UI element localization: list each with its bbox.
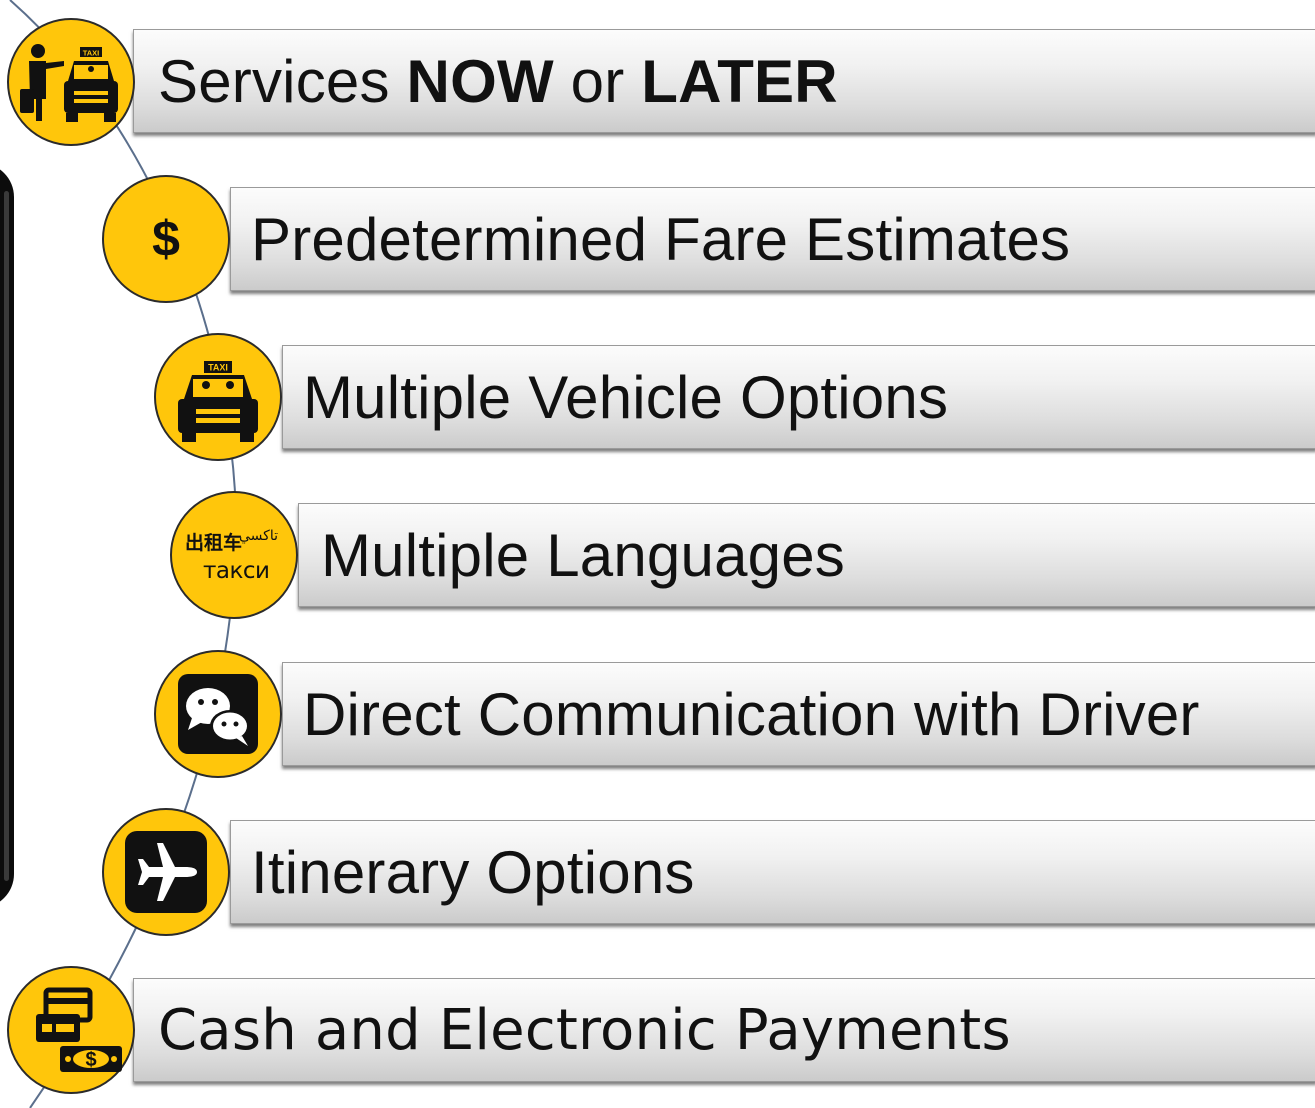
feature-label: Multiple Vehicle Options (303, 363, 949, 431)
feature-bar-services: Services NOW or LATER (133, 29, 1315, 133)
feature-bar-languages: Multiple Languages (298, 503, 1315, 607)
feature-label: Multiple Languages (321, 521, 845, 589)
feature-bar-communication: Direct Communication with Driver (282, 662, 1315, 766)
languages-icon: 出租车 تاكسي такси (179, 510, 289, 600)
feature-label: Direct Communication with Driver (303, 680, 1200, 748)
badge-languages: 出租车 تاكسي такси (170, 491, 298, 619)
taxi-icon: TAXI (178, 361, 258, 442)
bill-dollar-mark: $ (85, 1049, 96, 1071)
dollar-icon: $ (152, 211, 180, 267)
language-arabic: تاكسي (239, 528, 278, 544)
payment-icon: $ (36, 987, 122, 1072)
taxi-sign-label: TAXI (83, 49, 100, 58)
feature-label: Services NOW or LATER (158, 47, 838, 115)
feature-label: Itinerary Options (251, 838, 695, 906)
language-chinese: 出租车 (185, 532, 243, 554)
badge-itinerary (102, 808, 230, 936)
badge-services: TAXI (7, 18, 135, 146)
language-russian: такси (203, 558, 270, 584)
feature-label: Cash and Electronic Payments (158, 997, 1011, 1063)
badge-vehicles: TAXI (154, 333, 282, 461)
badge-fare: $ (102, 175, 230, 303)
chat-icon (178, 674, 258, 754)
passenger-taxi-icon: TAXI (20, 44, 118, 122)
badge-payments: $ (7, 966, 135, 1094)
feature-bar-payments: Cash and Electronic Payments (133, 978, 1315, 1082)
feature-bar-itinerary: Itinerary Options (230, 820, 1315, 924)
feature-bar-fare: Predetermined Fare Estimates (230, 187, 1315, 291)
badge-communication (154, 650, 282, 778)
feature-label: Predetermined Fare Estimates (251, 205, 1071, 273)
feature-bar-vehicles: Multiple Vehicle Options (282, 345, 1315, 449)
airplane-icon (125, 831, 207, 913)
taxi-sign-label: TAXI (208, 363, 228, 373)
